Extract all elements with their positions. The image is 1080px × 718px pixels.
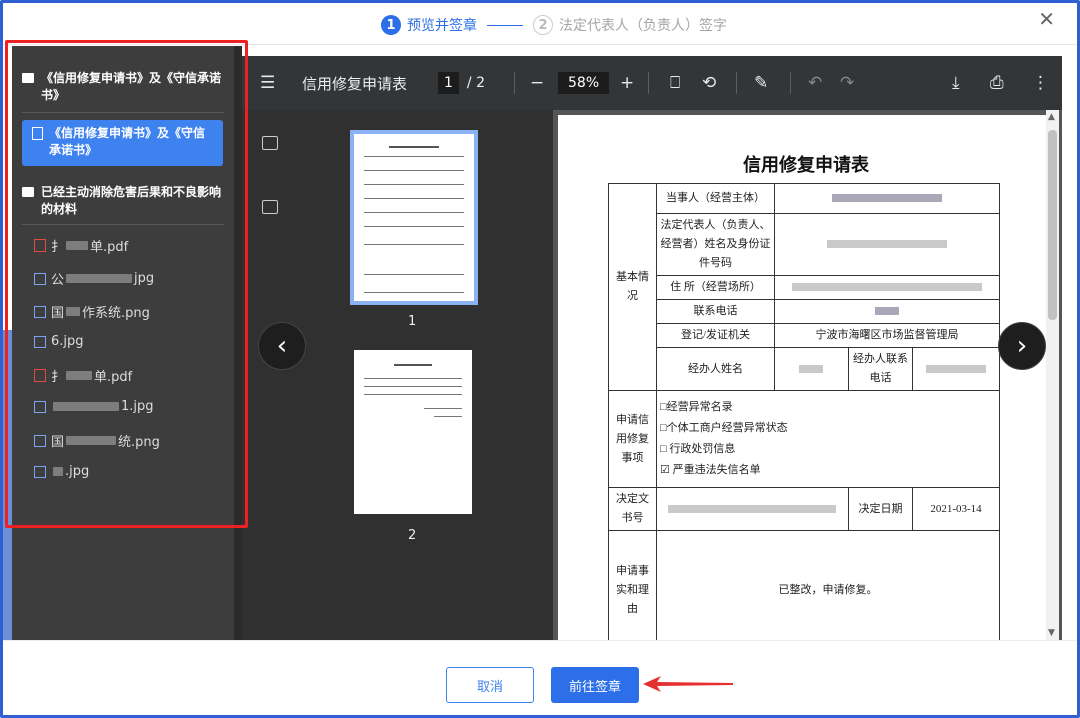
red-arrow-annotation <box>643 676 733 692</box>
rotate-icon[interactable]: ⟲ <box>702 56 716 110</box>
fit-page-icon[interactable]: ⎕ <box>670 56 680 110</box>
redacted-address <box>774 275 1000 300</box>
redacted-legal-rep <box>774 213 1000 276</box>
application-form-table: 基本情况 当事人（经营主体） 法定代表人（负责人、经营者）姓名及身份证件号码 住… <box>608 183 1001 640</box>
step1-label: 预览并签章 <box>407 18 477 34</box>
scrollbar-thumb[interactable] <box>1048 130 1057 320</box>
pdf-toolbar: ☰ 信用修复申请表 1 / 2 − 58% + ⎕ ⟲ ✎ ↶ ↷ ⤓ ⎙ ⋮ <box>242 56 1062 110</box>
page-indicator: 1 / 2 <box>438 56 485 110</box>
page-total: / 2 <box>466 75 485 91</box>
page-thumbnail-2[interactable] <box>354 350 472 514</box>
thumbnail-label: 1 <box>408 314 417 329</box>
download-icon[interactable]: ⤓ <box>952 56 960 110</box>
option-serious-violation: ☑ 严重违法失信名单 <box>660 464 761 476</box>
cancel-button[interactable]: 取消 <box>446 667 534 703</box>
outline-icon[interactable] <box>262 200 278 214</box>
basic-info-label: 基本情况 <box>608 183 657 391</box>
thumbnail-pane: 1 2 <box>242 110 553 640</box>
dialog-header: 1 预览并签章 2 法定代表人（负责人）签字 ✕ <box>3 3 1077 45</box>
divider <box>736 72 737 94</box>
redacted-agent <box>774 347 849 391</box>
step1-number: 1 <box>381 15 401 35</box>
more-options-icon[interactable]: ⋮ <box>1032 56 1049 110</box>
thumbnail-label: 2 <box>408 528 417 543</box>
option-individual-abnormal: □个体工商户经营异常状态 <box>660 422 788 434</box>
prev-page-button[interactable]: ‹ <box>258 322 306 370</box>
divider <box>648 72 649 94</box>
divider <box>514 72 515 94</box>
dialog-footer: 取消 前往签章 <box>3 640 1077 715</box>
undo-icon[interactable]: ↶ <box>808 56 822 110</box>
document-title: 信用修复申请表 <box>302 74 408 93</box>
step2-number: 2 <box>533 15 553 35</box>
next-page-button[interactable]: › <box>998 322 1046 370</box>
divider <box>790 72 791 94</box>
zoom-in-button[interactable]: + <box>620 56 634 110</box>
option-admin-penalty: □ 行政处罚信息 <box>660 443 736 455</box>
thumbnails-icon[interactable] <box>262 136 278 150</box>
print-icon[interactable]: ⎙ <box>990 56 1004 110</box>
redacted-decision-no <box>656 487 849 531</box>
page-view: 信用修复申请表 基本情况 当事人（经营主体） 法定代表人（负责人、经营者）姓名及… <box>553 110 1062 640</box>
highlight-box <box>5 40 248 528</box>
go-to-sign-button[interactable]: 前往签章 <box>551 667 639 703</box>
redacted-phone <box>774 299 1000 324</box>
stepper: 1 预览并签章 2 法定代表人（负责人）签字 <box>381 15 727 35</box>
step2-label: 法定代表人（负责人）签字 <box>559 18 727 34</box>
redo-icon[interactable]: ↷ <box>840 56 854 110</box>
close-icon[interactable]: ✕ <box>1038 7 1055 31</box>
step-connector <box>487 24 523 26</box>
form-title: 信用修复申请表 <box>743 155 869 175</box>
annotate-icon[interactable]: ✎ <box>754 56 768 110</box>
zoom-out-button[interactable]: − <box>530 56 544 110</box>
page-number-input[interactable]: 1 <box>438 72 459 94</box>
redacted-agent-phone <box>911 347 1001 391</box>
page-thumbnail-1[interactable] <box>350 130 478 305</box>
page-scrollbar[interactable]: ▲ ▼ <box>1046 110 1059 640</box>
redacted-party <box>774 183 1000 214</box>
zoom-level[interactable]: 58% <box>558 56 610 110</box>
menu-icon[interactable]: ☰ <box>260 56 275 110</box>
document-page: 信用修复申请表 基本情况 当事人（经营主体） 法定代表人（负责人、经营者）姓名及… <box>558 115 1054 640</box>
option-abnormal-list: □经营异常名录 <box>660 401 733 413</box>
